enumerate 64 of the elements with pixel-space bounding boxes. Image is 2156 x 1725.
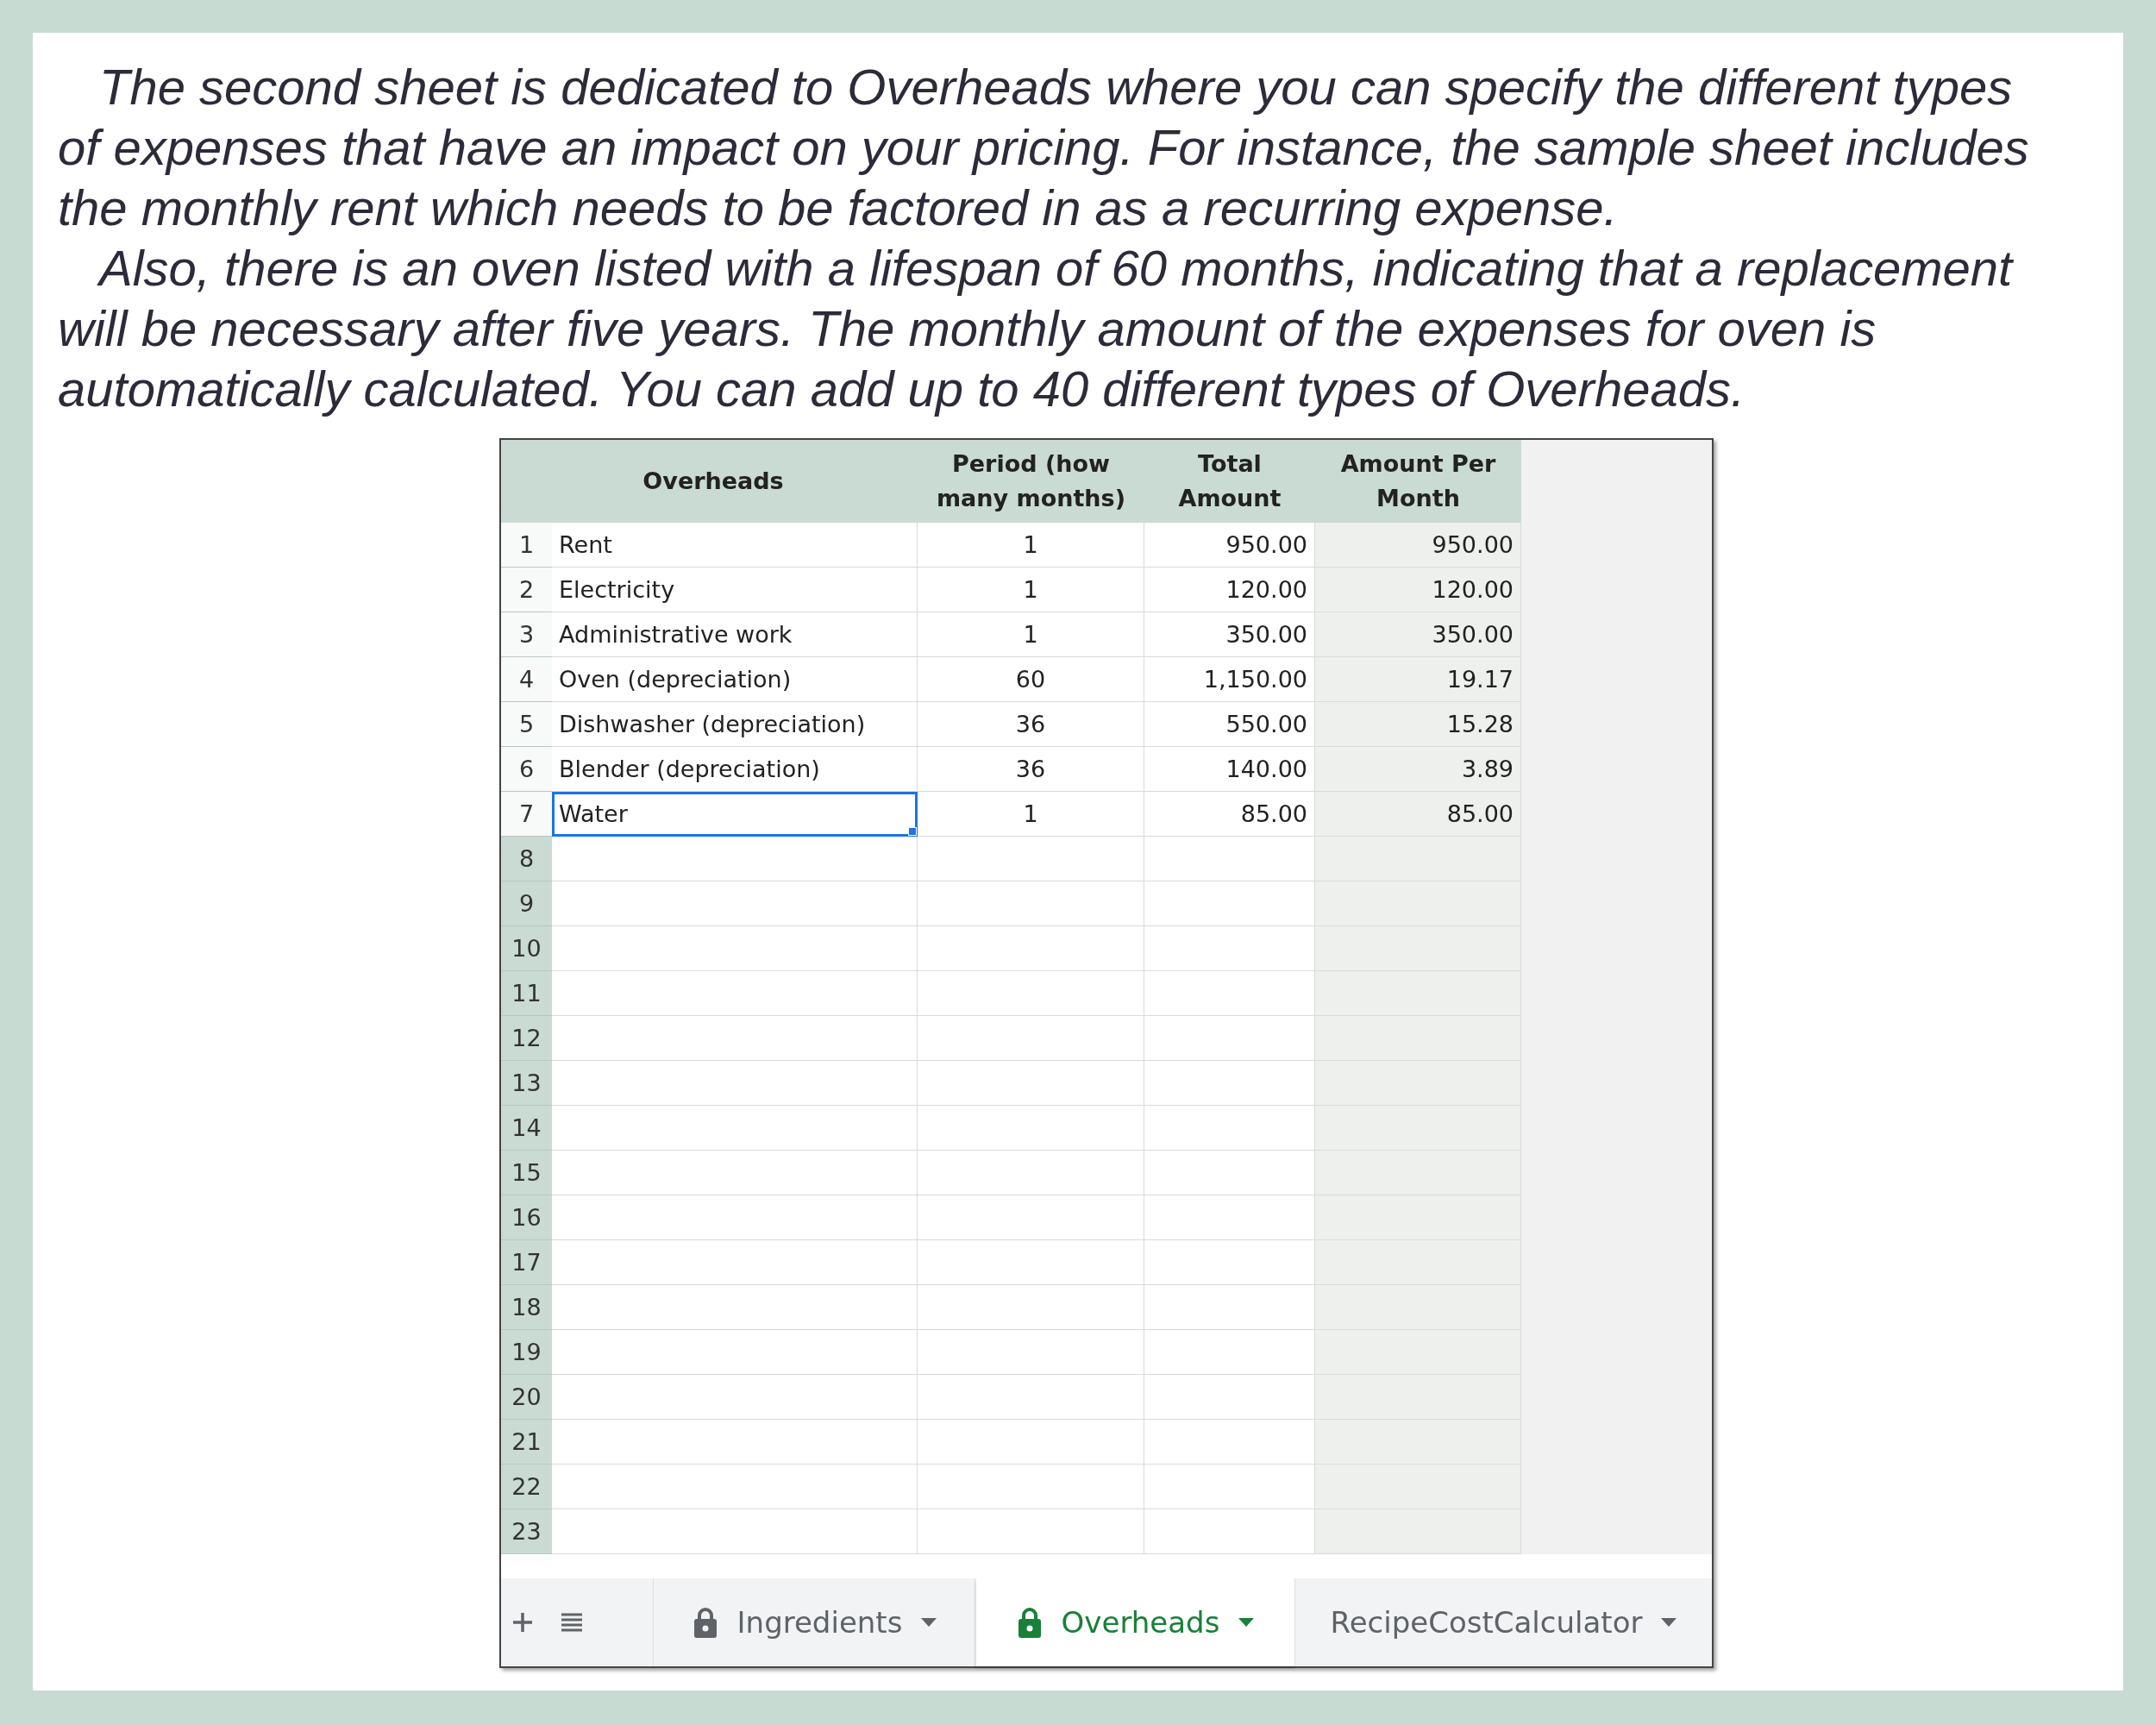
table-cell[interactable]: 140.00 xyxy=(1144,747,1315,792)
row-number: 23 xyxy=(501,1509,552,1554)
table-cell[interactable]: 85.00 xyxy=(1144,792,1315,837)
row-number: 20 xyxy=(501,1375,552,1420)
table-cell[interactable]: 60 xyxy=(918,657,1144,702)
table-cell[interactable]: 120.00 xyxy=(1144,568,1315,612)
table-cell[interactable]: 85.00 xyxy=(1315,792,1521,837)
column-header: Amount Per Month xyxy=(1315,440,1521,523)
table-cell[interactable]: Electricity xyxy=(552,568,918,612)
table-cell[interactable]: 1,150.00 xyxy=(1144,657,1315,702)
table-cell[interactable]: 36 xyxy=(918,747,1144,792)
add-icon[interactable] xyxy=(511,1611,534,1634)
table-cell[interactable]: 120.00 xyxy=(1315,568,1521,612)
table-cell[interactable]: Rent xyxy=(552,523,918,568)
column-header: Overheads xyxy=(552,440,918,523)
table-cell[interactable]: 15.28 xyxy=(1315,702,1521,747)
table-cell[interactable]: Water xyxy=(552,792,918,837)
row-number: 3 xyxy=(501,612,552,657)
table-cell[interactable]: 19.17 xyxy=(1315,657,1521,702)
row-number: 17 xyxy=(501,1240,552,1285)
table-cell[interactable]: 36 xyxy=(918,702,1144,747)
row-number: 10 xyxy=(501,926,552,971)
row-number: 19 xyxy=(501,1330,552,1375)
table-cell[interactable]: 950.00 xyxy=(1315,523,1521,568)
row-number: 11 xyxy=(501,971,552,1016)
table-cell[interactable]: 1 xyxy=(918,523,1144,568)
row-number: 6 xyxy=(501,747,552,792)
row-number: 14 xyxy=(501,1106,552,1151)
caret-icon[interactable] xyxy=(921,1618,937,1627)
table-cell[interactable]: 1 xyxy=(918,792,1144,837)
row-number: 5 xyxy=(501,702,552,747)
caret-icon[interactable] xyxy=(1661,1618,1677,1627)
column-header: Total Amount xyxy=(1144,440,1315,523)
row-number: 21 xyxy=(501,1420,552,1465)
row-number: 22 xyxy=(501,1465,552,1509)
table-cell[interactable]: 950.00 xyxy=(1144,523,1315,568)
menu-icon[interactable] xyxy=(560,1612,584,1633)
row-number: 15 xyxy=(501,1151,552,1195)
table-cell[interactable]: 3.89 xyxy=(1315,747,1521,792)
row-number: 2 xyxy=(501,568,552,612)
table-cell[interactable]: 1 xyxy=(918,568,1144,612)
row-number: 8 xyxy=(501,837,552,881)
row-number: 4 xyxy=(501,657,552,702)
table-cell[interactable]: Oven (depreciation) xyxy=(552,657,918,702)
table-cell[interactable]: Administrative work xyxy=(552,612,918,657)
table-cell[interactable]: 350.00 xyxy=(1315,612,1521,657)
sheet-tab[interactable]: Overheads xyxy=(975,1578,1294,1666)
row-number: 13 xyxy=(501,1061,552,1106)
table-cell[interactable]: 350.00 xyxy=(1144,612,1315,657)
row-number: 7 xyxy=(501,792,552,837)
row-number: 9 xyxy=(501,881,552,926)
row-number: 16 xyxy=(501,1195,552,1240)
paragraph: Also, there is an oven listed with a lifespan of 60 months, indicating that a replacement will be necessary after five years. The monthly amount of the expenses for oven is automatically calculated. You can add up to 40 different types of Overheads. xyxy=(58,239,2015,418)
table-cell[interactable]: 1 xyxy=(918,612,1144,657)
row-number: 12 xyxy=(501,1016,552,1061)
table-cell[interactable]: 550.00 xyxy=(1144,702,1315,747)
table-cell[interactable]: Blender (depreciation) xyxy=(552,747,918,792)
fill-handle[interactable] xyxy=(908,827,917,836)
caret-icon[interactable] xyxy=(1238,1618,1255,1627)
row-number: 1 xyxy=(501,523,552,568)
column-header: Period (how many months) xyxy=(918,440,1144,523)
row-number: 18 xyxy=(501,1285,552,1330)
paragraph: The second sheet is dedicated to Overheads where you can specify the different types of expenses that have an impact on your pricing. For instance, the sample sheet includes the monthly rent which needs to be factored in as a recurring expense. xyxy=(58,58,2030,237)
table-cell[interactable]: Dishwasher (depreciation) xyxy=(552,702,918,747)
